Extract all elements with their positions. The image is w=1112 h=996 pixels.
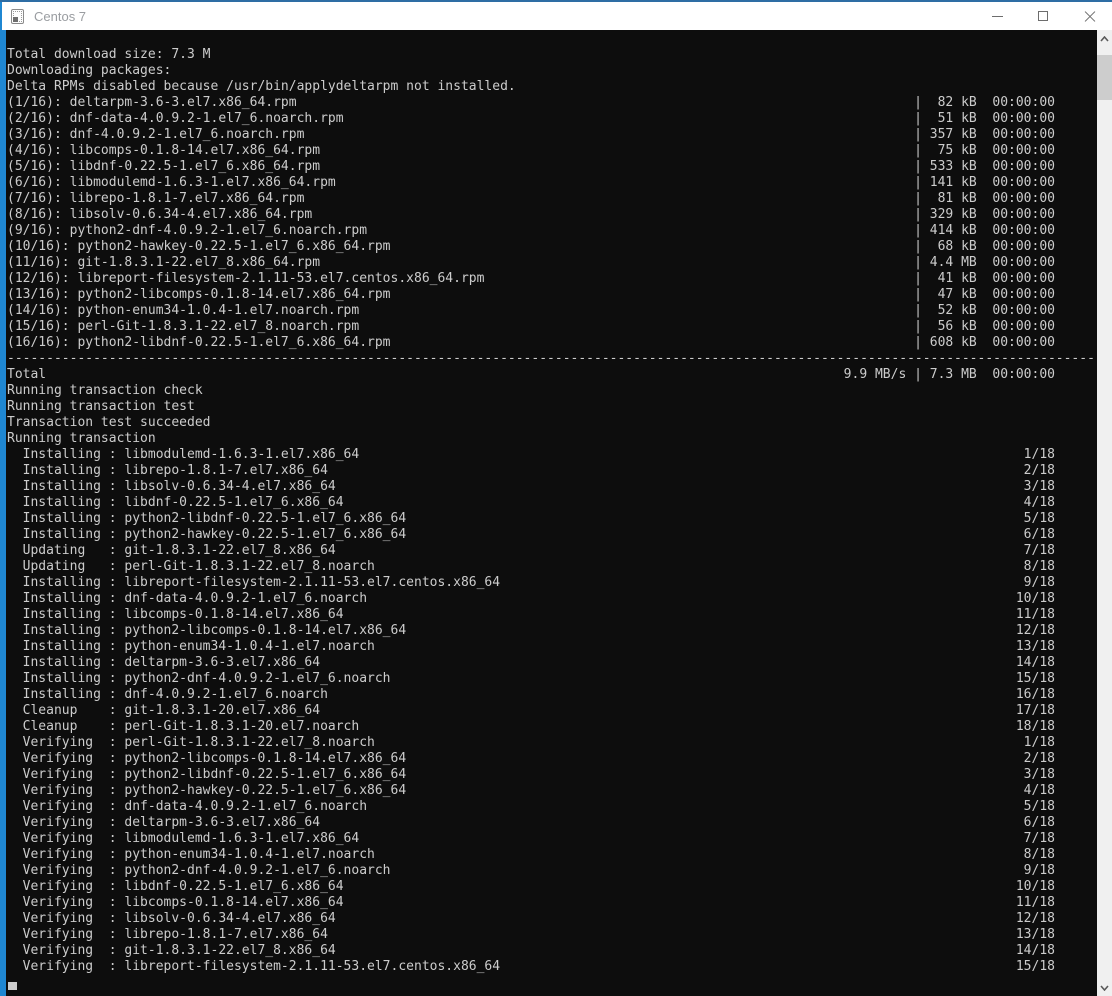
console-window-icon [11, 9, 24, 24]
terminal-line: Verifying : python2-libcomps-0.1.8-14.el… [7, 751, 1097, 767]
terminal-line: Updating : perl-Git-1.8.3.1-22.el7_8.noa… [7, 559, 1097, 575]
terminal-line: Verifying : python2-dnf-4.0.9.2-1.el7_6.… [7, 863, 1097, 879]
maximize-button[interactable] [1020, 2, 1066, 30]
terminal-line: Verifying : dnf-data-4.0.9.2-1.el7_6.noa… [7, 799, 1097, 815]
terminal-line: Total download size: 7.3 M [7, 47, 1097, 63]
terminal-line: Verifying : libmodulemd-1.6.3-1.el7.x86_… [7, 831, 1097, 847]
close-icon [1084, 11, 1095, 22]
terminal-line: Verifying : python2-hawkey-0.22.5-1.el7_… [7, 783, 1097, 799]
terminal-line: Verifying : python2-libdnf-0.22.5-1.el7_… [7, 767, 1097, 783]
terminal-line: Installing : libcomps-0.1.8-14.el7.x86_6… [7, 607, 1097, 623]
terminal-line: (6/16): libmodulemd-1.6.3-1.el7.x86_64.r… [7, 175, 1097, 191]
terminal-line: (3/16): dnf-4.0.9.2-1.el7_6.noarch.rpm| … [7, 127, 1097, 143]
terminal-line: Downloading packages: [7, 63, 1097, 79]
terminal-line: Installing : python2-libcomps-0.1.8-14.e… [7, 623, 1097, 639]
terminal-line: (9/16): python2-dnf-4.0.9.2-1.el7_6.noar… [7, 223, 1097, 239]
scrollbar-thumb[interactable] [1097, 55, 1112, 100]
scrollbar-down-button[interactable] [1097, 979, 1112, 996]
window-body: Total download size: 7.3 MDownloading pa… [0, 30, 1112, 996]
window-title: Centos 7 [34, 9, 86, 24]
title-bar[interactable]: Centos 7 [0, 2, 1112, 30]
terminal-line: Verifying : librepo-1.8.1-7.el7.x86_6413… [7, 927, 1097, 943]
terminal-line: (4/16): libcomps-0.1.8-14.el7.x86_64.rpm… [7, 143, 1097, 159]
terminal-line: Installing : python2-libdnf-0.22.5-1.el7… [7, 511, 1097, 527]
terminal-line: Transaction test succeeded [7, 415, 1097, 431]
terminal-line: Verifying : perl-Git-1.8.3.1-22.el7_8.no… [7, 735, 1097, 751]
terminal-line: Installing : dnf-data-4.0.9.2-1.el7_6.no… [7, 591, 1097, 607]
terminal-line: Installing : python-enum34-1.0.4-1.el7.n… [7, 639, 1097, 655]
terminal-line: Installing : libreport-filesystem-2.1.11… [7, 575, 1097, 591]
terminal-line: Cleanup : git-1.8.3.1-20.el7.x86_6417/18 [7, 703, 1097, 719]
terminal-line: (1/16): deltarpm-3.6-3.el7.x86_64.rpm| 8… [7, 95, 1097, 111]
scrollbar-track[interactable] [1097, 47, 1112, 979]
terminal-line: Verifying : libdnf-0.22.5-1.el7_6.x86_64… [7, 879, 1097, 895]
terminal-line: Total9.9 MB/s | 7.3 MB 00:00:00 [7, 367, 1097, 383]
terminal-line: (15/16): perl-Git-1.8.3.1-22.el7_8.noarc… [7, 319, 1097, 335]
terminal-line: Verifying : python-enum34-1.0.4-1.el7.no… [7, 847, 1097, 863]
terminal-line: Installing : deltarpm-3.6-3.el7.x86_6414… [7, 655, 1097, 671]
terminal-line: Updating : git-1.8.3.1-22.el7_8.x86_64 7… [7, 543, 1097, 559]
terminal-line: Running transaction check [7, 383, 1097, 399]
terminal-line: (2/16): dnf-data-4.0.9.2-1.el7_6.noarch.… [7, 111, 1097, 127]
chevron-up-icon [1100, 36, 1109, 42]
scrollbar-up-button[interactable] [1097, 30, 1112, 47]
separator-line: ----------------------------------------… [7, 351, 1097, 367]
terminal-line: Verifying : deltarpm-3.6-3.el7.x86_64 6/… [7, 815, 1097, 831]
terminal-line: Delta RPMs disabled because /usr/bin/app… [7, 79, 1097, 95]
terminal-line: Verifying : git-1.8.3.1-22.el7_8.x86_641… [7, 943, 1097, 959]
terminal-line: (12/16): libreport-filesystem-2.1.11-53.… [7, 271, 1097, 287]
terminal-line: Running transaction [7, 431, 1097, 447]
terminal-line: (11/16): git-1.8.3.1-22.el7_8.x86_64.rpm… [7, 255, 1097, 271]
minimize-button[interactable] [974, 2, 1020, 30]
minimize-icon [992, 16, 1003, 17]
terminal-lines: Total download size: 7.3 MDownloading pa… [7, 47, 1097, 975]
terminal-line: Installing : libmodulemd-1.6.3-1.el7.x86… [7, 447, 1097, 463]
terminal-line: (8/16): libsolv-0.6.34-4.el7.x86_64.rpm|… [7, 207, 1097, 223]
terminal-line: Verifying : libsolv-0.6.34-4.el7.x86_641… [7, 911, 1097, 927]
terminal-line: Installing : python2-dnf-4.0.9.2-1.el7_6… [7, 671, 1097, 687]
chevron-down-icon [1100, 985, 1109, 991]
terminal-line: (14/16): python-enum34-1.0.4-1.el7.noarc… [7, 303, 1097, 319]
terminal-output[interactable]: Total download size: 7.3 MDownloading pa… [0, 30, 1097, 996]
terminal-line: (7/16): librepo-1.8.1-7.el7.x86_64.rpm| … [7, 191, 1097, 207]
terminal-line: Verifying : libreport-filesystem-2.1.11-… [7, 959, 1097, 975]
console-window: Centos 7 Total download size: 7.3 MDownl… [0, 0, 1112, 996]
terminal-line: (13/16): python2-libcomps-0.1.8-14.el7.x… [7, 287, 1097, 303]
terminal-line: Installing : python2-hawkey-0.22.5-1.el7… [7, 527, 1097, 543]
close-button[interactable] [1066, 2, 1112, 30]
scrollbar[interactable] [1097, 30, 1112, 996]
terminal-line: Installing : librepo-1.8.1-7.el7.x86_64 … [7, 463, 1097, 479]
terminal-line: (16/16): python2-libdnf-0.22.5-1.el7_6.x… [7, 335, 1097, 351]
terminal-line: (10/16): python2-hawkey-0.22.5-1.el7_6.x… [7, 239, 1097, 255]
terminal-line: Cleanup : perl-Git-1.8.3.1-20.el7.noarch… [7, 719, 1097, 735]
maximize-icon [1038, 11, 1048, 21]
terminal-cursor [8, 982, 17, 990]
cursor-row [7, 975, 1097, 991]
terminal-line: Verifying : libcomps-0.1.8-14.el7.x86_64… [7, 895, 1097, 911]
terminal-line: (5/16): libdnf-0.22.5-1.el7_6.x86_64.rpm… [7, 159, 1097, 175]
terminal-line: Installing : dnf-4.0.9.2-1.el7_6.noarch1… [7, 687, 1097, 703]
terminal-line: Installing : libsolv-0.6.34-4.el7.x86_64… [7, 479, 1097, 495]
terminal-line: Installing : libdnf-0.22.5-1.el7_6.x86_6… [7, 495, 1097, 511]
terminal-line: Running transaction test [7, 399, 1097, 415]
